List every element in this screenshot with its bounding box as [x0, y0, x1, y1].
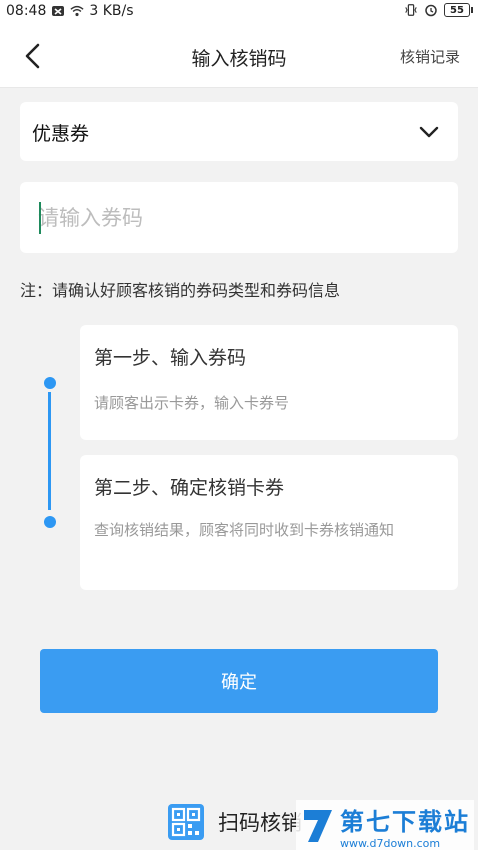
step-title: 第一步、输入券码 [94, 347, 247, 369]
wifi-icon [70, 5, 84, 17]
watermark-name: 第七下载站 [340, 808, 470, 836]
coupon-type-select[interactable]: 优惠券 [20, 102, 458, 161]
watermark: 第七下载站 www.d7down.com [296, 800, 474, 850]
step-description: 查询核销结果，顾客将同时收到卡券核销通知 [94, 521, 395, 539]
vibrate-icon [405, 4, 417, 16]
step-card-2: 第二步、确定核销卡券 查询核销结果，顾客将同时收到卡券核销通知 [80, 455, 458, 590]
step-description: 请顾客出示卡券，输入卡券号 [94, 394, 290, 412]
confirm-button[interactable]: 确定 [40, 649, 438, 713]
coupon-code-field [20, 182, 458, 253]
qr-code-icon [168, 804, 204, 840]
timeline-line [48, 392, 51, 510]
nav-bar: 输入核销码 核销记录 [0, 24, 478, 88]
timeline-dot-step1 [44, 377, 56, 389]
watermark-url: www.d7down.com [340, 837, 441, 850]
note-text: 注：请确认好顾客核销的券码类型和券码信息 [20, 281, 341, 300]
status-bar: 08:48 3 KB/s 55 [0, 0, 478, 24]
chevron-down-icon [419, 126, 439, 138]
step-title: 第二步、确定核销卡券 [94, 477, 285, 499]
coupon-type-label: 优惠券 [32, 123, 90, 145]
scan-label: 扫码核销 [218, 811, 302, 835]
step-card-1: 第一步、输入券码 请顾客出示卡券，输入卡券号 [80, 325, 458, 440]
status-left: 08:48 3 KB/s [6, 3, 134, 19]
status-right: 55 [404, 3, 473, 17]
alarm-icon [425, 4, 437, 17]
battery-icon: 55 [444, 3, 473, 17]
scan-to-redeem-button[interactable]: 扫码核销 [168, 804, 302, 840]
timeline-dot-step2 [44, 516, 56, 528]
status-time: 08:48 [6, 3, 47, 19]
coupon-code-input[interactable] [38, 200, 438, 236]
text-cursor [39, 202, 41, 234]
notification-x-icon [52, 6, 65, 16]
network-speed: 3 KB/s [89, 3, 134, 19]
watermark-logo-icon [304, 810, 332, 842]
redemption-history-link[interactable]: 核销记录 [400, 46, 460, 67]
